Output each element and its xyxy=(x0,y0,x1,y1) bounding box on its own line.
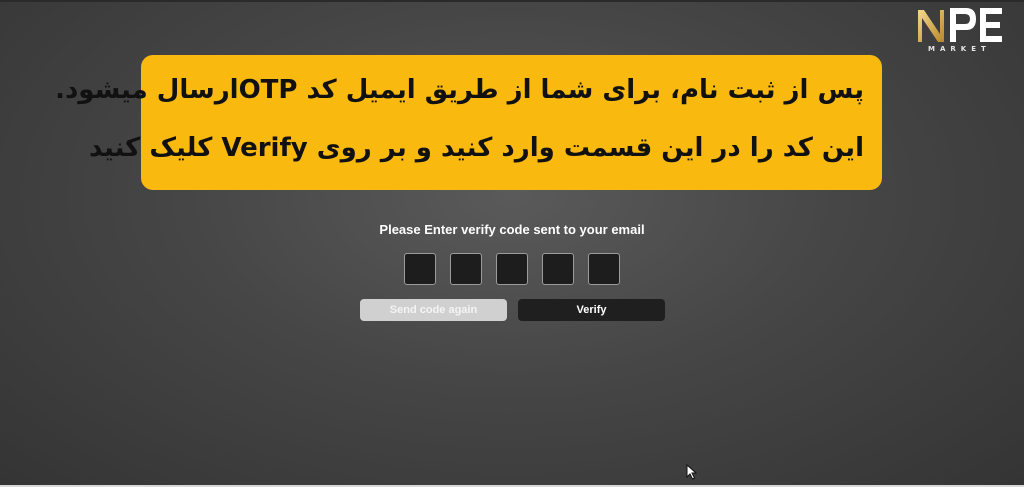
brand-logo: MARKET xyxy=(912,2,1008,60)
otp-digit-5[interactable] xyxy=(588,253,620,285)
callout-line-1: پس از ثبت نام، برای شما از طریق ایمیل کد… xyxy=(55,75,864,105)
callout-line-2: این کد را در این قسمت وارد کنید و بر روی… xyxy=(88,133,864,163)
instruction-callout: پس از ثبت نام، برای شما از طریق ایمیل کد… xyxy=(55,55,882,190)
verify-prompt: Please Enter verify code sent to your em… xyxy=(379,222,645,237)
verify-button[interactable]: Verify xyxy=(518,299,665,321)
mouse-pointer-icon xyxy=(686,464,698,480)
logo-mark-icon xyxy=(918,8,1002,42)
top-border xyxy=(0,0,1024,2)
otp-digit-4[interactable] xyxy=(542,253,574,285)
otp-code-inputs xyxy=(404,253,620,287)
otp-digit-2[interactable] xyxy=(450,253,482,285)
send-code-again-button[interactable]: Send code again xyxy=(360,299,507,321)
otp-digit-3[interactable] xyxy=(496,253,528,285)
logo-text: MARKET xyxy=(928,45,991,53)
otp-digit-1[interactable] xyxy=(404,253,436,285)
